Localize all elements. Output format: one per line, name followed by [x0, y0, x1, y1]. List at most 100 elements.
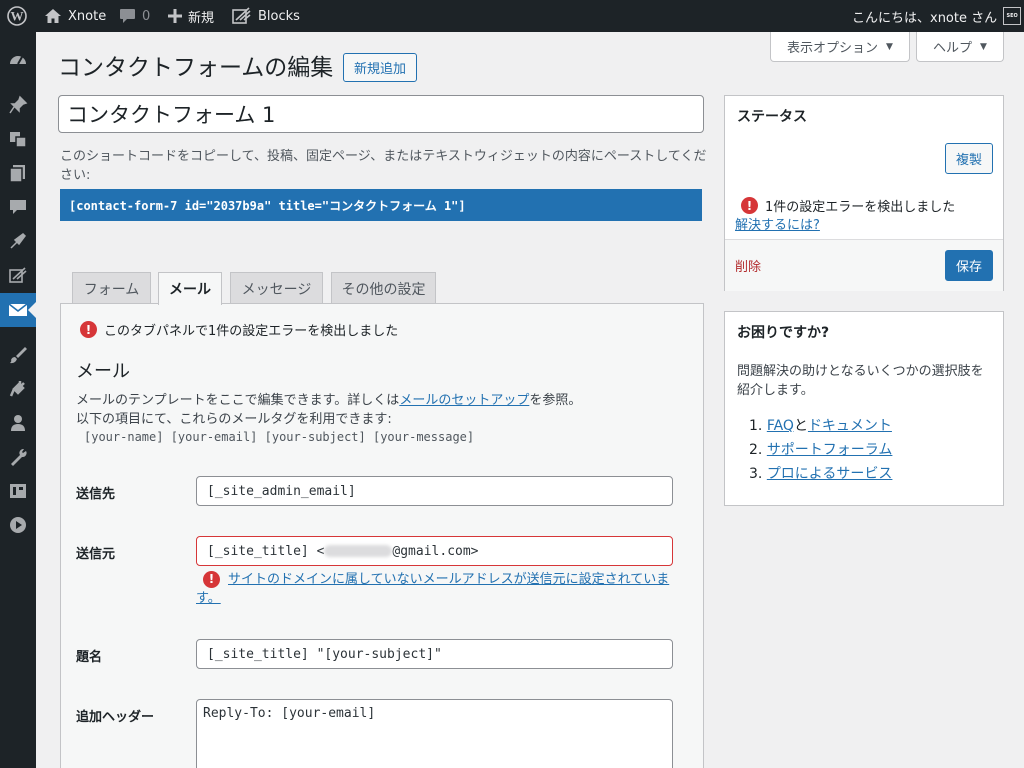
subject-label: 題名: [76, 650, 103, 665]
comments-icon[interactable]: [0, 190, 36, 224]
site-name-link[interactable]: Xnote: [44, 0, 106, 32]
list-item: 2. サポートフォーラム: [749, 438, 892, 462]
from-value-prefix: [_site_title] <: [207, 543, 325, 559]
list-number: 1.: [749, 418, 763, 434]
status-error: ! 1件の設定エラーを検出しました: [741, 196, 955, 215]
help-desc-line1: 問題解決の助けとなるいくつかの選択肢を: [737, 364, 984, 379]
status-actions: 削除 保存: [725, 239, 1003, 291]
video-icon[interactable]: [0, 508, 36, 542]
comments-count: 0: [142, 8, 151, 24]
help-button[interactable]: ヘルプ ▼: [916, 32, 1004, 62]
faq-link[interactable]: FAQ: [767, 418, 794, 434]
page-title: コンタクトフォームの編集: [58, 55, 334, 81]
help-links-list: 1. FAQとドキュメント 2. サポートフォーラム 3. プロによるサービス: [749, 414, 892, 486]
site-name: Xnote: [68, 8, 107, 24]
appearance-icon[interactable]: [0, 224, 36, 258]
mail-icon[interactable]: [0, 293, 36, 327]
brush-icon[interactable]: [0, 338, 36, 372]
screen-options-button[interactable]: 表示オプション ▼: [770, 32, 910, 62]
blocks-icon: [232, 7, 251, 24]
tools-icon[interactable]: [0, 440, 36, 474]
add-new-button[interactable]: 新規追加: [343, 53, 417, 82]
pro-services-link[interactable]: プロによるサービス: [767, 466, 893, 482]
tab-mail[interactable]: メール: [158, 272, 222, 305]
admin-menu: [0, 32, 36, 768]
documentation-link[interactable]: ドキュメント: [808, 418, 892, 434]
from-value-suffix: @gmail.com>: [392, 543, 479, 559]
caret-down-icon: ▼: [886, 41, 893, 52]
status-title: ステータス: [737, 109, 807, 125]
error-icon: !: [203, 571, 220, 588]
list-number: 2.: [749, 442, 763, 458]
blocks-icon[interactable]: [0, 258, 36, 292]
mail-description: メールのテンプレートをここで編集できます。詳しくはメールのセットアップを参照。: [76, 389, 581, 408]
additional-headers-textarea[interactable]: Reply-To: [your-email]: [196, 699, 673, 768]
help-description: 問題解決の助けとなるいくつかの選択肢を 紹介します。: [737, 362, 984, 400]
from-input[interactable]: [_site_title] < @gmail.com>: [196, 536, 673, 566]
to-label: 送信先: [76, 487, 116, 502]
mail-desc-line2: 以下の項目にて、これらのメールタグを利用できます:: [76, 412, 392, 427]
svg-text:W: W: [11, 9, 24, 24]
subject-input[interactable]: [_site_title] "[your-subject]": [196, 639, 673, 669]
mail-desc-before: メールのテンプレートをここで編集できます。詳しくは: [76, 393, 400, 408]
resolve-link[interactable]: 解決するには?: [735, 214, 820, 233]
list-item: 1. FAQとドキュメント: [749, 414, 892, 438]
duplicate-button[interactable]: 複製: [945, 143, 993, 174]
help-label: ヘルプ: [933, 41, 973, 56]
avatar: SEO: [1003, 7, 1022, 25]
plus-icon: [168, 9, 182, 23]
help-desc-line2: 紹介します。: [737, 383, 814, 398]
settings-icon[interactable]: [0, 474, 36, 508]
blocks-label: Blocks: [258, 8, 300, 24]
blocks-link[interactable]: Blocks: [232, 0, 300, 32]
comment-bubble-icon: [120, 9, 135, 23]
error-icon: !: [741, 197, 758, 214]
from-label: 送信元: [76, 547, 116, 562]
comments-link[interactable]: 0: [119, 0, 150, 32]
tab-form[interactable]: フォーム: [72, 272, 151, 304]
home-icon: [45, 9, 61, 23]
mail-setup-link[interactable]: メールのセットアップ: [399, 393, 529, 408]
status-box: ステータス 複製 ! 1件の設定エラーを検出しました 解決するには? 削除 保存: [724, 95, 1004, 291]
list-item: 3. プロによるサービス: [749, 462, 892, 486]
form-title-input[interactable]: コンタクトフォーム 1: [58, 95, 704, 133]
tab-additional-settings[interactable]: その他の設定: [331, 272, 436, 304]
list-separator: と: [793, 418, 808, 434]
media-icon[interactable]: [0, 122, 36, 156]
mail-tags: [your-name] [your-email] [your-subject] …: [84, 430, 475, 444]
wordpress-logo-icon[interactable]: W: [7, 0, 27, 32]
users-icon[interactable]: [0, 406, 36, 440]
caret-down-icon: ▼: [980, 41, 987, 52]
new-label: 新規: [188, 10, 215, 26]
help-box: お困りですか? 問題解決の助けとなるいくつかの選択肢を 紹介します。 1. FA…: [724, 311, 1004, 506]
my-account-link[interactable]: こんにちは、xnote さん SEO: [852, 0, 1022, 32]
error-icon: !: [80, 321, 97, 338]
delete-link[interactable]: 削除: [735, 256, 761, 275]
pin-icon[interactable]: [0, 88, 36, 122]
from-error-message: ! サイトのドメインに属していないメールアドレスが送信元に設定されていま す。: [196, 570, 676, 608]
help-title: お困りですか?: [737, 325, 830, 341]
panel-error-text: このタブパネルで1件の設定エラーを検出しました: [104, 324, 399, 339]
from-error-link-cont[interactable]: す。: [196, 591, 221, 606]
shortcode-description: このショートコードをコピーして、投稿、固定ページ、またはテキストウィジェットの内…: [60, 149, 707, 183]
tab-messages[interactable]: メッセージ: [230, 272, 323, 304]
screen-options-label: 表示オプション: [787, 41, 879, 56]
mail-desc-after: を参照。: [529, 393, 582, 408]
from-error-link[interactable]: サイトのドメインに属していないメールアドレスが送信元に設定されていま: [228, 570, 669, 589]
save-button[interactable]: 保存: [945, 250, 993, 281]
admin-bar: W Xnote 0 新規 Blocks こんにちは、xnote さん SEO: [0, 0, 1024, 32]
shortcode-field[interactable]: [contact-form-7 id="2037b9a" title="コンタク…: [60, 189, 702, 221]
greeting: こんにちは、xnote さん: [852, 10, 998, 26]
pages-icon[interactable]: [0, 156, 36, 190]
status-error-text: 1件の設定エラーを検出しました: [765, 200, 956, 215]
to-input[interactable]: [_site_admin_email]: [196, 476, 673, 506]
plugins-icon[interactable]: [0, 372, 36, 406]
list-number: 3.: [749, 466, 763, 482]
panel-error-notice: ! このタブパネルで1件の設定エラーを検出しました: [80, 320, 398, 339]
support-forum-link[interactable]: サポートフォーラム: [767, 442, 893, 458]
dashboard-icon[interactable]: [0, 43, 36, 77]
mail-heading: メール: [76, 361, 130, 382]
redacted-email: [324, 545, 393, 557]
additional-headers-label: 追加ヘッダー: [76, 710, 155, 725]
new-content-link[interactable]: 新規: [168, 0, 214, 32]
